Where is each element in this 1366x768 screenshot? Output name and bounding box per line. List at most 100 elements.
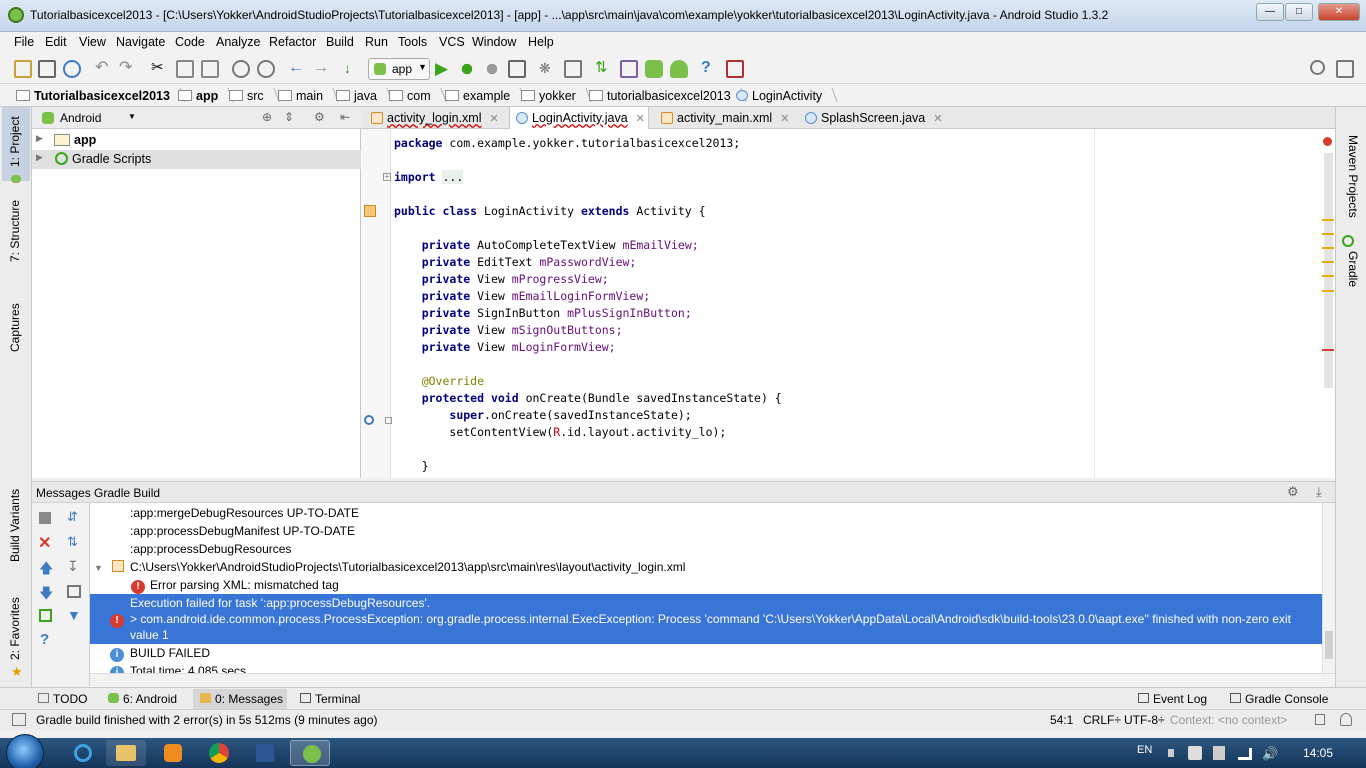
find-icon[interactable] <box>232 60 250 78</box>
message-file-path[interactable]: C:\Users\Yokker\AndroidStudioProjects\Tu… <box>130 560 685 574</box>
expand-icon[interactable]: ▶ <box>36 152 43 163</box>
language-indicator[interactable]: EN <box>1137 744 1152 756</box>
tray-arrow-icon[interactable] <box>1168 749 1174 757</box>
crumb-yokker[interactable]: yokker <box>521 88 592 103</box>
warning-marker[interactable] <box>1322 261 1334 263</box>
clock[interactable]: 14:05 <box>1303 746 1333 760</box>
export-icon[interactable]: ↧ <box>67 558 79 575</box>
avd-manager-icon[interactable] <box>620 60 638 78</box>
scrollbar-thumb[interactable] <box>1325 631 1333 659</box>
tool-tab-terminal[interactable]: Terminal <box>300 692 360 706</box>
word-icon[interactable] <box>244 740 284 766</box>
warning-marker[interactable] <box>1322 219 1334 221</box>
menu-view[interactable]: View <box>79 35 106 49</box>
tab-activity-main-xml[interactable]: activity_main.xml ✕ <box>661 107 789 129</box>
code-line-import[interactable]: import ... <box>394 170 464 184</box>
project-structure-icon[interactable] <box>564 60 582 78</box>
next-icon[interactable]: 🡇 <box>39 583 53 607</box>
close-tab-icon[interactable]: ✕ <box>636 113 645 125</box>
horizontal-scrollbar[interactable] <box>90 673 1335 687</box>
menu-analyze[interactable]: Analyze <box>216 35 260 49</box>
fold-icon[interactable] <box>385 417 392 424</box>
replace-icon[interactable] <box>257 60 275 78</box>
device-icon[interactable] <box>1213 746 1225 760</box>
menu-run[interactable]: Run <box>365 35 388 49</box>
layout-icon[interactable] <box>1336 60 1354 78</box>
code-line-annotation[interactable]: @Override <box>394 374 484 388</box>
code-line-super[interactable]: super.onCreate(savedInstanceState); <box>394 408 691 422</box>
menu-refactor[interactable]: Refactor <box>269 35 316 49</box>
warning-marker[interactable] <box>1322 233 1334 235</box>
tool-tab-todo[interactable]: TODO <box>38 692 87 706</box>
message-line[interactable]: :app:processDebugResources <box>130 542 291 556</box>
close-tab-icon[interactable]: ✕ <box>489 113 498 125</box>
internet-explorer-icon[interactable] <box>62 740 102 766</box>
stop-icon[interactable] <box>726 60 744 78</box>
message-error[interactable]: Error parsing XML: mismatched tag <box>150 578 339 592</box>
message-build-failed[interactable]: BUILD FAILED <box>130 646 210 660</box>
menu-window[interactable]: Window <box>472 35 516 49</box>
attach-debugger-icon[interactable] <box>483 60 501 78</box>
implementation-icon[interactable] <box>364 205 376 217</box>
make-project-icon[interactable]: ↓ <box>344 60 362 78</box>
tab-login-activity-java[interactable]: LoginActivity.java ✕ <box>509 107 649 129</box>
expand-icon[interactable]: ▶ <box>36 133 43 144</box>
menu-vcs[interactable]: VCS <box>439 35 465 49</box>
crumb-class[interactable]: LoginActivity <box>736 88 838 103</box>
undo-icon[interactable]: ↶ <box>95 60 113 78</box>
tool-tab-build-variants[interactable]: Build Variants <box>8 489 22 562</box>
close-icon[interactable]: ✕ <box>38 533 51 553</box>
back-icon[interactable]: ← <box>288 60 306 78</box>
expand-all-icon[interactable]: ⇵ <box>67 509 78 525</box>
settings-icon[interactable]: ❋ <box>539 60 557 78</box>
code-line-field[interactable]: private View mProgressView; <box>394 272 609 286</box>
tree-item-app[interactable]: ▶ app <box>32 131 361 150</box>
redo-icon[interactable]: ↷ <box>119 60 137 78</box>
crumb-com[interactable]: com <box>389 88 447 103</box>
tool-tab-maven[interactable]: Maven Projects <box>1340 135 1360 218</box>
action-center-icon[interactable] <box>1188 746 1202 760</box>
previous-icon[interactable]: 🡅 <box>39 558 53 582</box>
cut-icon[interactable]: ✂ <box>151 60 169 78</box>
crumb-example[interactable]: example <box>445 88 526 103</box>
android-studio-taskbar-icon[interactable] <box>290 740 330 766</box>
collapse-all-icon[interactable]: ⇅ <box>67 534 78 550</box>
forward-icon[interactable]: → <box>313 60 331 78</box>
override-icon[interactable] <box>364 415 374 425</box>
sync-gradle-icon[interactable]: ⇅ <box>595 60 613 78</box>
tool-tab-favorites[interactable]: 2: Favorites <box>8 597 22 660</box>
explorer-icon[interactable] <box>106 740 146 766</box>
toggle-tool-windows-icon[interactable] <box>12 713 26 726</box>
menu-code[interactable]: Code <box>175 35 205 49</box>
code-line-field[interactable]: private AutoCompleteTextView mEmailView; <box>394 238 699 252</box>
menu-navigate[interactable]: Navigate <box>116 35 165 49</box>
code-line-close[interactable]: } <box>394 459 429 473</box>
network-icon[interactable] <box>1238 748 1252 760</box>
minimize-button[interactable]: — <box>1256 3 1284 21</box>
inspector-icon[interactable] <box>1340 713 1352 726</box>
open-folder-icon[interactable] <box>14 60 32 78</box>
list-icon[interactable] <box>67 585 81 598</box>
gear-icon[interactable]: ⚙ <box>1287 484 1299 500</box>
code-line-oncreate[interactable]: protected void onCreate(Bundle savedInst… <box>394 391 782 405</box>
message-line[interactable]: :app:mergeDebugResources UP-TO-DATE <box>130 506 359 520</box>
android-device-monitor-icon[interactable] <box>670 60 688 78</box>
tree-item-gradle-scripts[interactable]: ▶ Gradle Scripts <box>32 150 361 169</box>
media-player-icon[interactable] <box>152 740 192 766</box>
menu-help[interactable]: Help <box>528 35 554 49</box>
tab-splash-screen-java[interactable]: SplashScreen.java ✕ <box>805 107 942 129</box>
gear-icon[interactable]: ⚙ <box>314 110 325 124</box>
copy-icon[interactable] <box>176 60 194 78</box>
tool-tab-android[interactable]: 6: Android <box>108 692 177 706</box>
code-line-field[interactable]: private View mLoginFormView; <box>394 340 616 354</box>
tool-tab-structure[interactable]: 7: Structure <box>8 200 22 262</box>
run-config-select[interactable]: app ▼ <box>368 58 430 80</box>
crumb-src[interactable]: src <box>229 88 280 103</box>
error-stripe-icon[interactable] <box>1323 137 1332 146</box>
jump-to-source-icon[interactable] <box>39 609 52 622</box>
menu-edit[interactable]: Edit <box>45 35 67 49</box>
crumb-java[interactable]: java <box>336 88 393 103</box>
close-tab-icon[interactable]: ✕ <box>933 113 942 125</box>
paste-icon[interactable] <box>201 60 219 78</box>
code-line-field[interactable]: private View mSignOutButtons; <box>394 323 623 337</box>
